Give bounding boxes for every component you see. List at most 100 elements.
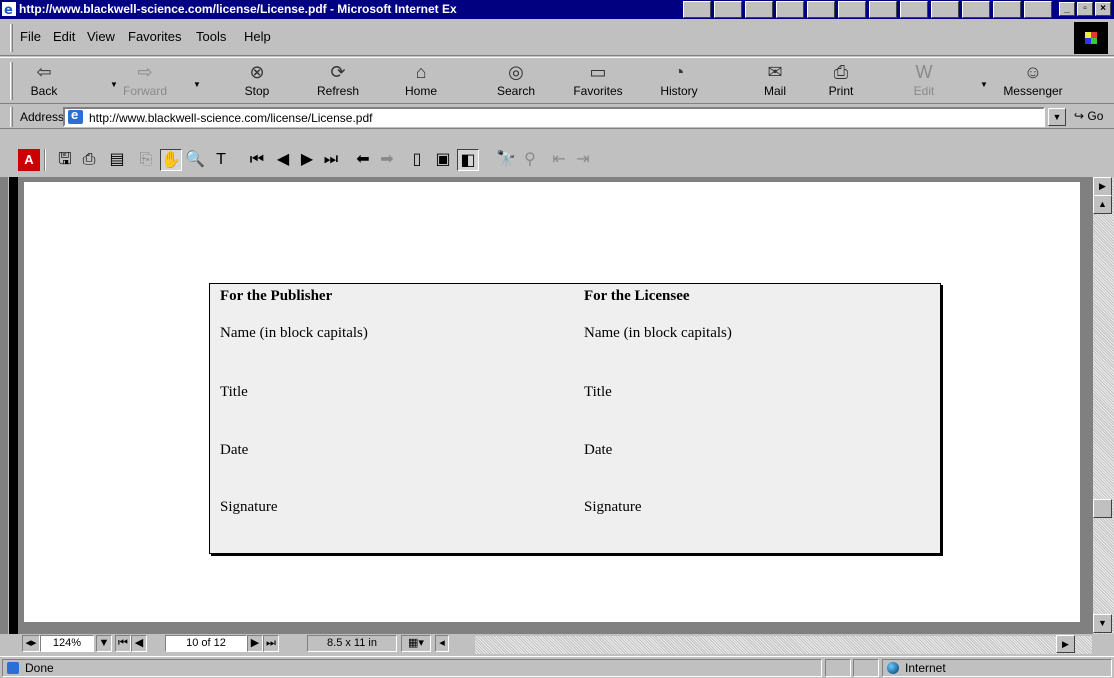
- search-index-icon[interactable]: ⚲: [519, 149, 541, 171]
- refresh-button[interactable]: ⟳ Refresh: [310, 60, 366, 102]
- scroll-up-button[interactable]: ▲: [1093, 195, 1112, 214]
- address-value[interactable]: http://www.blackwell-science.com/license…: [89, 111, 372, 125]
- maximize-button[interactable]: ▫: [1077, 2, 1093, 16]
- favorites-button[interactable]: ▭ Favorites: [563, 60, 633, 102]
- tray-icon[interactable]: [869, 1, 897, 18]
- zoom-level[interactable]: 124%: [40, 635, 94, 652]
- page-layout-icon[interactable]: ▦▾: [401, 635, 431, 652]
- print-icon[interactable]: ⎙: [78, 149, 100, 171]
- history-label: History: [660, 84, 698, 98]
- licensee-date-field: Date: [584, 442, 613, 458]
- horizontal-scrollbar[interactable]: ▶: [475, 635, 1092, 654]
- toolbar-grip[interactable]: [10, 107, 13, 127]
- stop-button[interactable]: ⊗ Stop: [237, 60, 277, 102]
- mail-button[interactable]: ✉ Mail: [750, 60, 800, 102]
- menu-favorites[interactable]: Favorites: [128, 29, 181, 44]
- acrobat-toolbar: A 🖫 ⎙ ▤ ⎘ ✋ 🔍 T ⏮ ◀ ▶ ⏭ ⬅ ➡ ▯ ▣ ◧ 🔭 ⚲ ⇤ …: [0, 143, 1114, 177]
- first-page-icon[interactable]: ⏮: [246, 149, 268, 171]
- forward-dropdown-icon[interactable]: ▼: [193, 80, 201, 89]
- toggle-navigation-icon[interactable]: ◂▸: [22, 635, 40, 652]
- save-icon[interactable]: 🖫: [54, 149, 76, 171]
- ie-logo-icon: e: [2, 2, 16, 16]
- menu-file[interactable]: File: [20, 29, 41, 44]
- previous-page-button[interactable]: ◀: [131, 635, 147, 652]
- tray-icon[interactable]: [931, 1, 959, 18]
- navigation-pane-divider[interactable]: [8, 177, 18, 634]
- zone-pane: Internet: [882, 659, 1112, 677]
- vertical-scrollbar[interactable]: ▶ ▲ ▼: [1093, 177, 1114, 634]
- tray-icon[interactable]: [683, 1, 711, 18]
- tray-icon[interactable]: [807, 1, 835, 18]
- scroll-right-button[interactable]: ▶: [1056, 635, 1075, 653]
- tray-icon[interactable]: [714, 1, 742, 18]
- hand-tool-icon[interactable]: ✋: [160, 149, 182, 171]
- home-button[interactable]: ⌂ Home: [398, 60, 444, 102]
- address-dropdown-button[interactable]: ▼: [1048, 108, 1066, 126]
- go-button[interactable]: ↪ Go: [1074, 109, 1103, 123]
- scroll-down-button[interactable]: ▼: [1093, 614, 1112, 633]
- page-indicator[interactable]: 10 of 12: [165, 635, 247, 652]
- svg-text:e: e: [4, 3, 13, 16]
- publisher-signature-field: Signature: [220, 499, 278, 515]
- status-bar: Done Internet: [0, 656, 1114, 678]
- toolbar-grip[interactable]: [10, 62, 13, 100]
- menu-tools[interactable]: Tools: [196, 29, 226, 44]
- last-page-icon[interactable]: ⏭: [320, 149, 342, 171]
- fit-width-icon[interactable]: ◧: [457, 149, 479, 171]
- next-page-icon[interactable]: ▶: [296, 149, 318, 171]
- refresh-label: Refresh: [316, 84, 360, 98]
- back-button[interactable]: ⇦ Back: [18, 60, 70, 102]
- address-input[interactable]: http://www.blackwell-science.com/license…: [63, 107, 1045, 127]
- edit-dropdown-icon[interactable]: ▼: [980, 80, 988, 89]
- printer-icon: ⎙: [833, 62, 849, 82]
- search-icon: ◎: [508, 62, 524, 82]
- favorites-label: Favorites: [573, 84, 623, 98]
- minimize-button[interactable]: _: [1059, 2, 1075, 16]
- previous-page-icon[interactable]: ◀: [272, 149, 294, 171]
- zoom-in-icon[interactable]: 🔍: [184, 149, 206, 171]
- scroll-left-button[interactable]: ◂: [435, 635, 449, 652]
- tray-icon[interactable]: [962, 1, 990, 18]
- home-icon: ⌂: [415, 62, 427, 82]
- tray-icon[interactable]: [745, 1, 773, 18]
- search-button[interactable]: ◎ Search: [488, 60, 544, 102]
- text-select-icon[interactable]: T: [210, 149, 232, 171]
- status-pane: [853, 659, 879, 677]
- mail-icon: ✉: [767, 62, 783, 82]
- next-page-button[interactable]: ▶: [247, 635, 263, 652]
- title-bar: e http://www.blackwell-science.com/licen…: [0, 0, 1114, 19]
- menu-view[interactable]: View: [87, 29, 115, 44]
- find-icon[interactable]: 🔭: [495, 149, 517, 171]
- tray-icon[interactable]: [993, 1, 1021, 18]
- acrobat-logo-icon[interactable]: A: [18, 149, 40, 171]
- signature-form: For the Publisher For the Licensee Name …: [209, 283, 941, 554]
- next-page-arrow-icon[interactable]: ▶: [1093, 177, 1112, 196]
- forward-button[interactable]: ⇨ Forward: [117, 60, 173, 102]
- tray-icon[interactable]: [900, 1, 928, 18]
- scroll-thumb[interactable]: [1093, 499, 1112, 518]
- copy-icon[interactable]: ⎘: [135, 149, 157, 171]
- previous-highlight-icon[interactable]: ⇤: [548, 149, 570, 171]
- zoom-dropdown-icon[interactable]: ▼: [96, 635, 112, 652]
- actual-size-icon[interactable]: ▯: [406, 149, 428, 171]
- last-page-button[interactable]: ⏭: [263, 635, 279, 652]
- first-page-button[interactable]: ⏮: [115, 635, 131, 652]
- messenger-button[interactable]: ☺ Messenger: [994, 60, 1072, 102]
- go-back-view-icon[interactable]: ⬅: [352, 149, 374, 171]
- tray-icon[interactable]: [776, 1, 804, 18]
- show-navigation-pane-icon[interactable]: ▤: [106, 149, 128, 171]
- close-button[interactable]: ×: [1095, 2, 1111, 16]
- publisher-name-field: Name (in block capitals): [220, 325, 368, 341]
- next-highlight-icon[interactable]: ⇥: [572, 149, 594, 171]
- print-button[interactable]: ⎙ Print: [818, 60, 864, 102]
- edit-button[interactable]: W Edit: [904, 60, 944, 102]
- tray-icon[interactable]: [838, 1, 866, 18]
- history-button[interactable]: ◔ History: [651, 60, 707, 102]
- go-forward-view-icon[interactable]: ➡: [376, 149, 398, 171]
- toolbar-grip[interactable]: [10, 24, 13, 52]
- fit-page-icon[interactable]: ▣: [432, 149, 454, 171]
- menu-edit[interactable]: Edit: [53, 29, 75, 44]
- menu-help[interactable]: Help: [244, 29, 271, 44]
- back-label: Back: [30, 84, 58, 98]
- tray-icon[interactable]: [1024, 1, 1052, 18]
